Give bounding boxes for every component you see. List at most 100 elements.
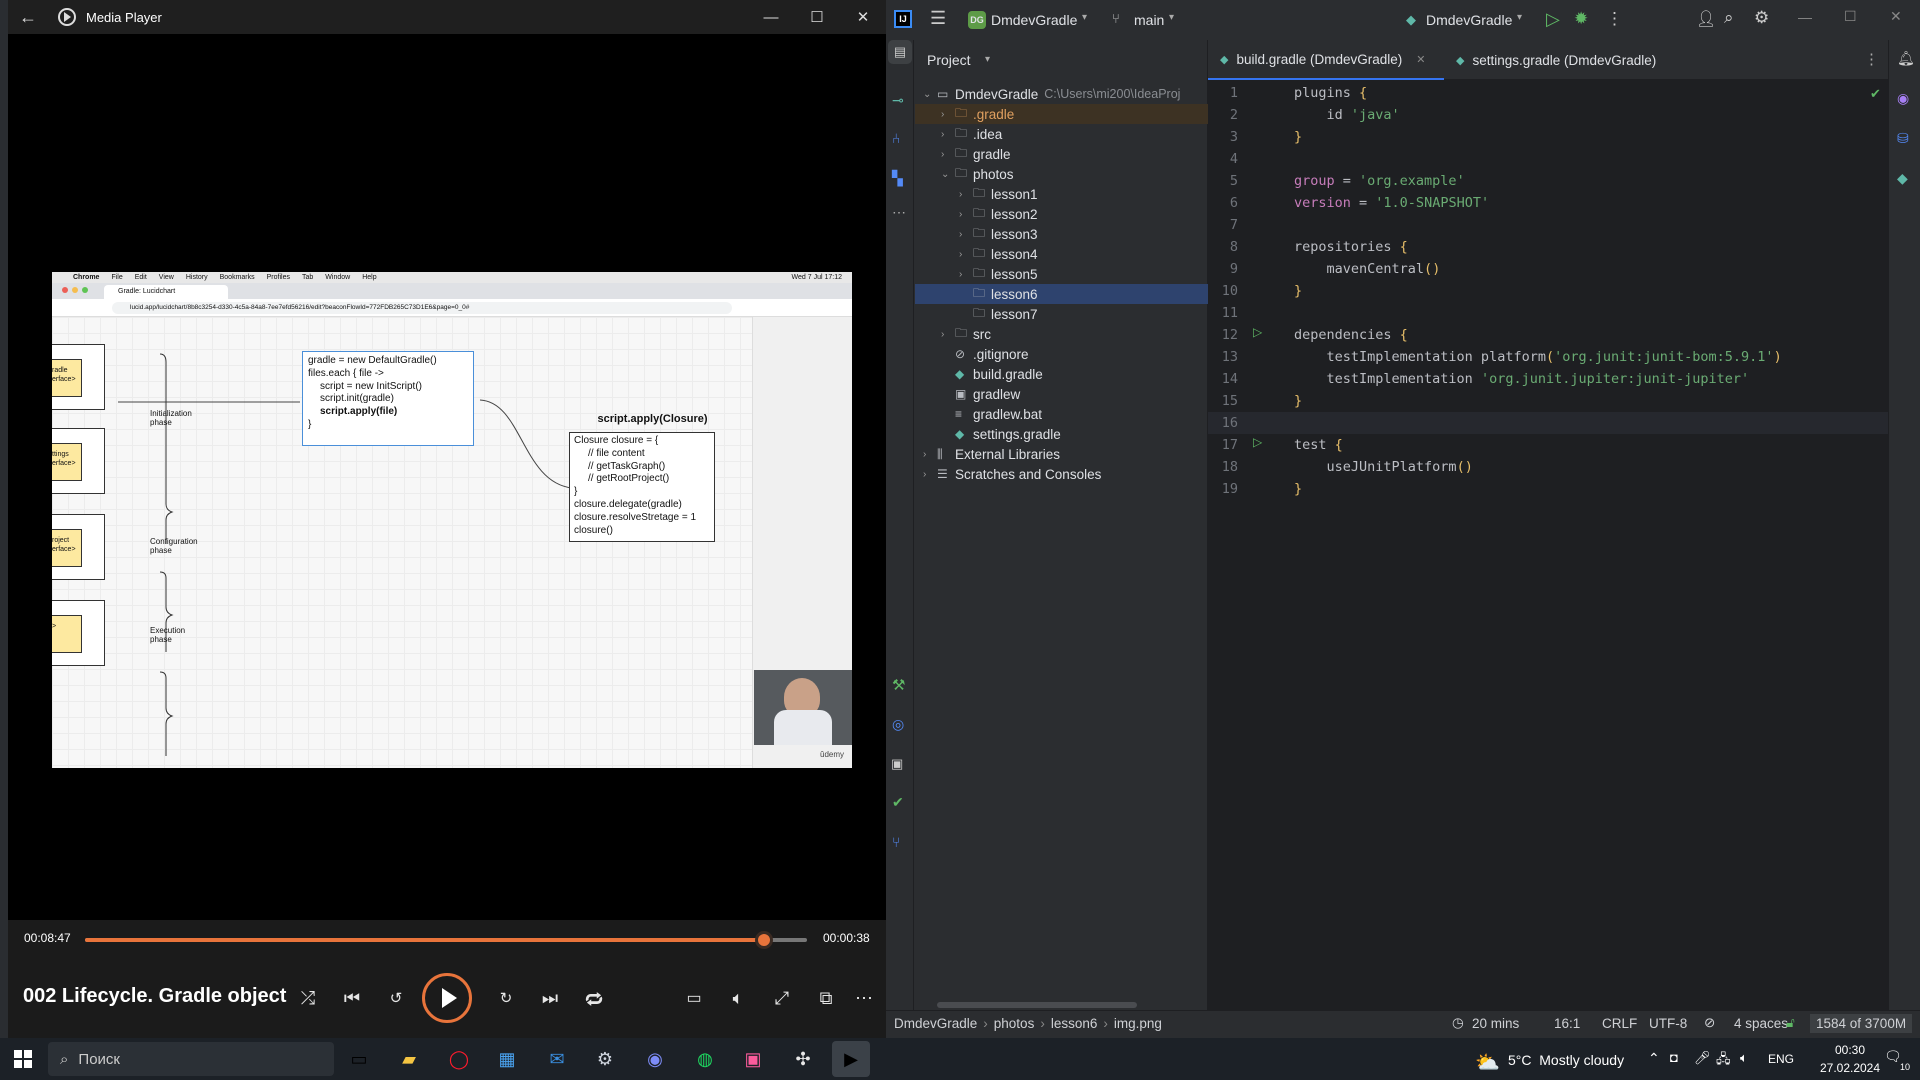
pull-requests-icon[interactable]: ⑃	[892, 130, 900, 146]
spotify-icon[interactable]: ◍	[686, 1041, 724, 1077]
code-line[interactable]: 2 id 'java'	[1208, 104, 1888, 126]
tree-item-gitignore[interactable]: ⊘ .gitignore	[915, 344, 1208, 364]
services-tool-icon[interactable]: ◎	[892, 716, 904, 733]
search-icon[interactable]: ⌕	[1724, 8, 1734, 28]
indent-setting[interactable]: 4 spaces	[1734, 1016, 1788, 1031]
tree-item-gradlew-bat[interactable]: ≡ gradlew.bat	[915, 404, 1208, 424]
debug-icon[interactable]: ✹	[1574, 9, 1588, 29]
ai-assistant-icon[interactable]: ◉	[1897, 90, 1909, 107]
code-line[interactable]: 10}	[1208, 280, 1888, 302]
chevron-right-icon[interactable]: ›	[923, 449, 937, 460]
media-player-taskbar-icon[interactable]: ▶	[832, 1041, 870, 1077]
chevron-up-icon[interactable]: ⌃	[1648, 1050, 1660, 1067]
next-icon[interactable]: ⏭	[532, 980, 568, 1016]
chevron-down-icon[interactable]: ⌄	[941, 169, 955, 180]
code-line[interactable]: 12 dependencies {	[1208, 324, 1888, 346]
editor-tab[interactable]: ◆ settings.gradle (DmdevGradle)	[1444, 40, 1666, 80]
repeat-off-icon[interactable]: 🔁︎	[576, 980, 612, 1016]
taskbar-clock[interactable]: 00:30 27.02.2024	[1818, 1043, 1882, 1075]
close-tab-icon[interactable]: ✕	[1416, 53, 1425, 66]
more-tabs-icon[interactable]: ⋮	[1864, 50, 1879, 68]
tree-item-lesson4[interactable]: › 🗀︎ lesson4	[915, 244, 1208, 264]
mail-icon[interactable]: ✉	[538, 1041, 576, 1077]
back-icon[interactable]: ←	[8, 7, 48, 28]
project-tool-icon[interactable]: ▤	[888, 40, 912, 64]
run-icon[interactable]: ▷	[1546, 9, 1560, 30]
code-line[interactable]: 9 mavenCentral()	[1208, 258, 1888, 280]
code-line[interactable]: 15}	[1208, 390, 1888, 412]
tree-item-scratches-and-consoles[interactable]: › ☰ Scratches and Consoles	[915, 464, 1208, 484]
seek-thumb[interactable]	[754, 931, 773, 949]
commit-tool-icon[interactable]: ⊸	[892, 92, 904, 109]
chevron-right-icon[interactable]: ›	[959, 229, 973, 240]
code-line[interactable]: 1 plugins {	[1208, 82, 1888, 104]
tree-item-settings-gradle[interactable]: ◆ settings.gradle	[915, 424, 1208, 444]
slack-icon[interactable]: ✣	[784, 1041, 822, 1077]
code-line[interactable]: 18 useJUnitPlatform()	[1208, 456, 1888, 478]
more-icon[interactable]: ⋯	[846, 980, 882, 1016]
run-config-selector[interactable]: DmdevGradle	[1426, 12, 1512, 28]
main-menu-icon[interactable]: ☰	[930, 8, 946, 29]
chevron-right-icon[interactable]: ›	[941, 109, 955, 120]
code-line[interactable]: 4	[1208, 148, 1888, 170]
chevron-right-icon[interactable]: ›	[959, 209, 973, 220]
chevron-right-icon[interactable]: ›	[941, 329, 955, 340]
more-tools-icon[interactable]: ⋯	[892, 204, 906, 221]
captions-icon[interactable]: ▭	[676, 980, 712, 1016]
code-line[interactable]: 6 version = '1.0-SNAPSHOT'	[1208, 192, 1888, 214]
gradle-tool-icon[interactable]: ◆	[1897, 170, 1908, 187]
microphone-icon[interactable]: 🎤︎	[1694, 1050, 1711, 1066]
chevron-down-icon[interactable]: ⌄	[923, 89, 937, 100]
code-line[interactable]: 11	[1208, 302, 1888, 324]
horizontal-scrollbar[interactable]	[937, 1002, 1137, 1008]
taskbar-search[interactable]: ⌕ Поиск	[48, 1042, 334, 1076]
code-line[interactable]: 5 group = 'org.example'	[1208, 170, 1888, 192]
tree-item-dmdevgradle[interactable]: ⌄ ▭ DmdevGradle C:\Users\mi200\IdeaProj	[915, 84, 1208, 104]
more-actions-icon[interactable]: ⋮	[1606, 9, 1623, 29]
terminal-tool-icon[interactable]: ▣	[891, 756, 903, 772]
chevron-right-icon[interactable]: ›	[959, 189, 973, 200]
add-user-icon[interactable]: 👤︎	[1696, 9, 1716, 29]
video-frame[interactable]: Chrome File Edit View History Bookmarks Profil…	[52, 272, 852, 768]
camera-icon[interactable]: ◘	[1670, 1050, 1678, 1065]
tree-item-external-libraries[interactable]: › ⫼ External Libraries	[915, 444, 1208, 464]
project-switcher[interactable]: DmdevGradle	[991, 12, 1077, 28]
memory-indicator[interactable]: 1584 of 3700M	[1810, 1014, 1913, 1033]
network-icon[interactable]: 🖧︎	[1716, 1050, 1731, 1072]
project-panel-title[interactable]: Project	[927, 52, 971, 68]
file-explorer-icon[interactable]: ▰	[390, 1041, 428, 1077]
breadcrumb-item[interactable]: lesson6	[1051, 1016, 1098, 1031]
tree-item-lesson2[interactable]: › 🗀︎ lesson2	[915, 204, 1208, 224]
run-gutter-icon[interactable]: ▷	[1253, 435, 1262, 449]
tree-item-gradlew[interactable]: ▣ gradlew	[915, 384, 1208, 404]
tree-item-build-gradle[interactable]: ◆ build.gradle	[915, 364, 1208, 384]
line-separator[interactable]: CRLF	[1602, 1016, 1637, 1031]
maximize-button[interactable]: ☐	[1844, 8, 1857, 25]
windows-start-icon[interactable]	[4, 1041, 42, 1077]
tree-item-photos[interactable]: ⌄ 🗀︎ photos	[915, 164, 1208, 184]
code-line[interactable]: 13 testImplementation platform('org.juni…	[1208, 346, 1888, 368]
close-button[interactable]: ✕	[840, 0, 886, 34]
code-line[interactable]: 7	[1208, 214, 1888, 236]
tree-item-gradle[interactable]: › 🗀︎ .gradle	[915, 104, 1208, 124]
code-line[interactable]: 16	[1208, 412, 1888, 434]
fullscreen-icon[interactable]: ⤢	[764, 980, 800, 1016]
intellij-taskbar-icon[interactable]: ▣	[734, 1041, 772, 1077]
play-button[interactable]	[422, 973, 472, 1023]
tree-item-lesson5[interactable]: › 🗀︎ lesson5	[915, 264, 1208, 284]
tree-item-idea[interactable]: › 🗀︎ .idea	[915, 124, 1208, 144]
maximize-button[interactable]: ☐	[794, 0, 840, 34]
language-indicator[interactable]: ENG	[1768, 1052, 1794, 1066]
file-encoding[interactable]: UTF-8	[1649, 1016, 1687, 1031]
chevron-right-icon[interactable]: ›	[959, 269, 973, 280]
shuffle-icon[interactable]: ⤮	[290, 980, 326, 1016]
tree-item-lesson6[interactable]: 🗀︎ lesson6	[915, 284, 1208, 304]
tree-item-lesson7[interactable]: 🗀︎ lesson7	[915, 304, 1208, 324]
chevron-right-icon[interactable]: ›	[941, 149, 955, 160]
breadcrumb-item[interactable]: photos	[994, 1016, 1035, 1031]
structure-tool-icon[interactable]: ▚	[892, 170, 903, 187]
editor-tab[interactable]: ◆ build.gradle (DmdevGradle) ✕	[1208, 40, 1444, 80]
tree-item-gradle[interactable]: › 🗀︎ gradle	[915, 144, 1208, 164]
breadcrumb-item[interactable]: DmdevGradle	[894, 1016, 977, 1031]
tree-item-lesson3[interactable]: › 🗀︎ lesson3	[915, 224, 1208, 244]
